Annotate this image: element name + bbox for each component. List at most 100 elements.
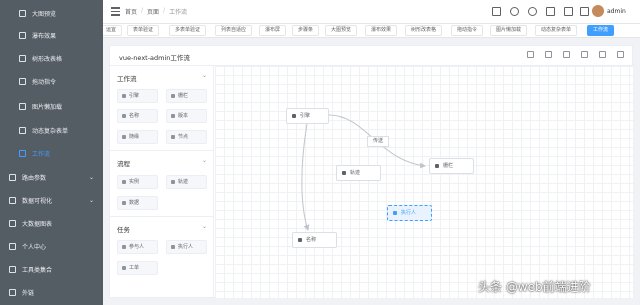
sidebar-item-lazy-image[interactable]: 图片懒加载 <box>0 95 103 117</box>
tag-item[interactable]: 动态复杂表单 <box>535 25 578 36</box>
chevron-down-icon[interactable]: ⌄ <box>202 223 207 230</box>
palette-node-label: 数据 <box>129 200 140 206</box>
palette-group-title: 工作流 <box>117 75 137 83</box>
component-size-icon[interactable] <box>510 7 519 16</box>
sidebar-item-label: 外链 <box>22 289 35 297</box>
chevron-down-icon: ⌄ <box>89 196 95 204</box>
palette-node-label: 执行人 <box>178 244 194 250</box>
flow-node-selected[interactable]: 执行人 <box>387 205 432 221</box>
palette-node[interactable]: 执行人 <box>166 240 207 254</box>
menu-fold-icon[interactable] <box>111 7 120 16</box>
tag-item[interactable]: 表单验证 <box>127 25 160 36</box>
building-icon <box>298 238 302 242</box>
avatar[interactable] <box>592 5 604 17</box>
screen-icon <box>122 135 126 139</box>
help-icon[interactable] <box>527 51 534 58</box>
tag-item[interactable]: 运宜 <box>103 25 123 36</box>
check-icon[interactable] <box>563 51 570 58</box>
palette-node[interactable]: 版本 <box>166 109 207 123</box>
flow-node-label: 轨迹 <box>350 170 361 176</box>
fullscreen-icon[interactable] <box>617 51 624 58</box>
sidebar-item-dynamic-form[interactable]: 动态复杂表单 <box>0 119 103 141</box>
ticket-icon <box>122 266 126 270</box>
flow-edges <box>301 114 426 231</box>
theme-icon[interactable] <box>546 7 555 16</box>
tag-item-active[interactable]: 工作流 <box>587 25 615 36</box>
tag-item[interactable]: 大图预览 <box>325 25 358 36</box>
sidebar-item-tools[interactable]: 工具类集合 <box>0 258 103 280</box>
sidebar-item-label: 动态复杂表单 <box>32 127 69 135</box>
picture-icon <box>19 102 26 110</box>
delete-icon[interactable] <box>599 51 606 58</box>
sidebar-item-workflow[interactable]: 工作流 <box>0 142 103 164</box>
tag-item[interactable]: 多表单验证 <box>169 25 207 36</box>
sidebar-item-route-params[interactable]: 路由参数 ⌄ <box>0 166 103 188</box>
tag-item[interactable]: 树形改表格 <box>405 25 443 36</box>
panel-toolbar <box>527 51 624 58</box>
sidebar-item-image-preview[interactable]: 大图预览 <box>0 2 103 24</box>
tag-item[interactable]: 列表自适应 <box>215 25 253 36</box>
tags-view-bar: 运宜 表单验证 多表单验证 列表自适应 瀑布屏 步骤条 大图预览 瀑布效果 树形… <box>103 24 640 38</box>
submit-icon[interactable] <box>581 51 588 58</box>
fullscreen-icon[interactable] <box>580 7 589 16</box>
breadcrumb-home[interactable]: 首页 <box>125 7 137 16</box>
palette-node[interactable]: 随缘 <box>117 130 158 144</box>
flow-node[interactable]: 引擎 <box>286 108 329 124</box>
palette-node[interactable]: 节点 <box>166 130 207 144</box>
tag-item[interactable]: 瀑布屏 <box>259 25 287 36</box>
sidebar-item-label: 数据可视化 <box>22 197 53 205</box>
tag-item[interactable]: 拖动指令 <box>451 25 484 36</box>
translate-icon[interactable] <box>492 7 501 16</box>
flow-node[interactable]: 栅栏 <box>429 158 474 174</box>
download-icon[interactable] <box>545 51 552 58</box>
chevron-down-icon[interactable]: ⌄ <box>202 157 207 164</box>
breadcrumb: 首页 / 页面 / 工作流 <box>125 7 187 16</box>
breadcrumb-pages[interactable]: 页面 <box>147 7 159 16</box>
palette-node[interactable]: 工单 <box>117 261 158 275</box>
palette-node[interactable]: 名称 <box>117 109 158 123</box>
sidebar-item-external-link[interactable]: 外链 <box>0 281 103 303</box>
sidebar-item-waterfall[interactable]: 瀑布效果 <box>0 24 103 46</box>
sidebar-item-label: 瀑布效果 <box>32 32 57 40</box>
palette-node-label: 参与人 <box>129 244 145 250</box>
sidebar-item-big-data-chart[interactable]: 大数据图表 <box>0 212 103 234</box>
palette-node[interactable]: 数据 <box>117 196 158 210</box>
palette-group-title: 任务 <box>117 226 130 234</box>
tag-item[interactable]: 瀑布效果 <box>365 25 398 36</box>
palette-node[interactable]: 栅栏 <box>166 89 207 103</box>
edge-label[interactable]: 传送 <box>367 136 390 147</box>
chevron-down-icon[interactable]: ⌄ <box>202 72 207 79</box>
building-icon <box>122 114 126 118</box>
sidebar-item-label: 拖动指令 <box>32 78 57 86</box>
palette-node[interactable]: 引擎 <box>117 89 158 103</box>
bell-icon[interactable] <box>564 7 573 16</box>
palette-node-label: 名称 <box>129 113 140 119</box>
palette-node-label: 实例 <box>129 179 140 185</box>
user-icon <box>122 94 126 98</box>
palette-node-label: 版本 <box>178 113 189 119</box>
palette-node[interactable]: 实例 <box>117 175 158 189</box>
palette-node[interactable]: 参与人 <box>117 240 158 254</box>
sidebar-item-personal-center[interactable]: 个人中心 <box>0 235 103 257</box>
flow-canvas[interactable]: 引擎 栅栏 轨迹 执行人 名称 <box>215 66 633 298</box>
sidebar-item-tree-table[interactable]: 树形改表格 <box>0 47 103 69</box>
palette-node-label: 轨迹 <box>178 179 189 185</box>
workflow-icon <box>19 149 26 157</box>
flow-edge[interactable] <box>301 123 310 231</box>
flow-node[interactable]: 名称 <box>292 232 337 248</box>
sidebar-item-data-visualization[interactable]: 数据可视化 ⌄ <box>0 189 103 211</box>
palette-node[interactable]: 轨迹 <box>166 175 207 189</box>
chat-icon <box>171 245 175 249</box>
tag-item[interactable]: 图片懒加载 <box>490 25 528 36</box>
search-icon[interactable] <box>528 7 537 16</box>
flow-node[interactable]: 轨迹 <box>336 165 381 181</box>
breadcrumb-separator: / <box>141 7 144 14</box>
sidebar-item-drag-directive[interactable]: 拖动指令 <box>0 70 103 92</box>
drag-icon <box>19 77 26 85</box>
tag-item[interactable]: 步骤条 <box>292 25 320 36</box>
database-icon <box>171 180 175 184</box>
username[interactable]: admin <box>607 8 626 15</box>
sidebar-item-label: 工作流 <box>32 150 51 158</box>
breadcrumb-current: 工作流 <box>169 9 188 16</box>
watermark: 头条 @web前端进阶 <box>478 280 591 294</box>
